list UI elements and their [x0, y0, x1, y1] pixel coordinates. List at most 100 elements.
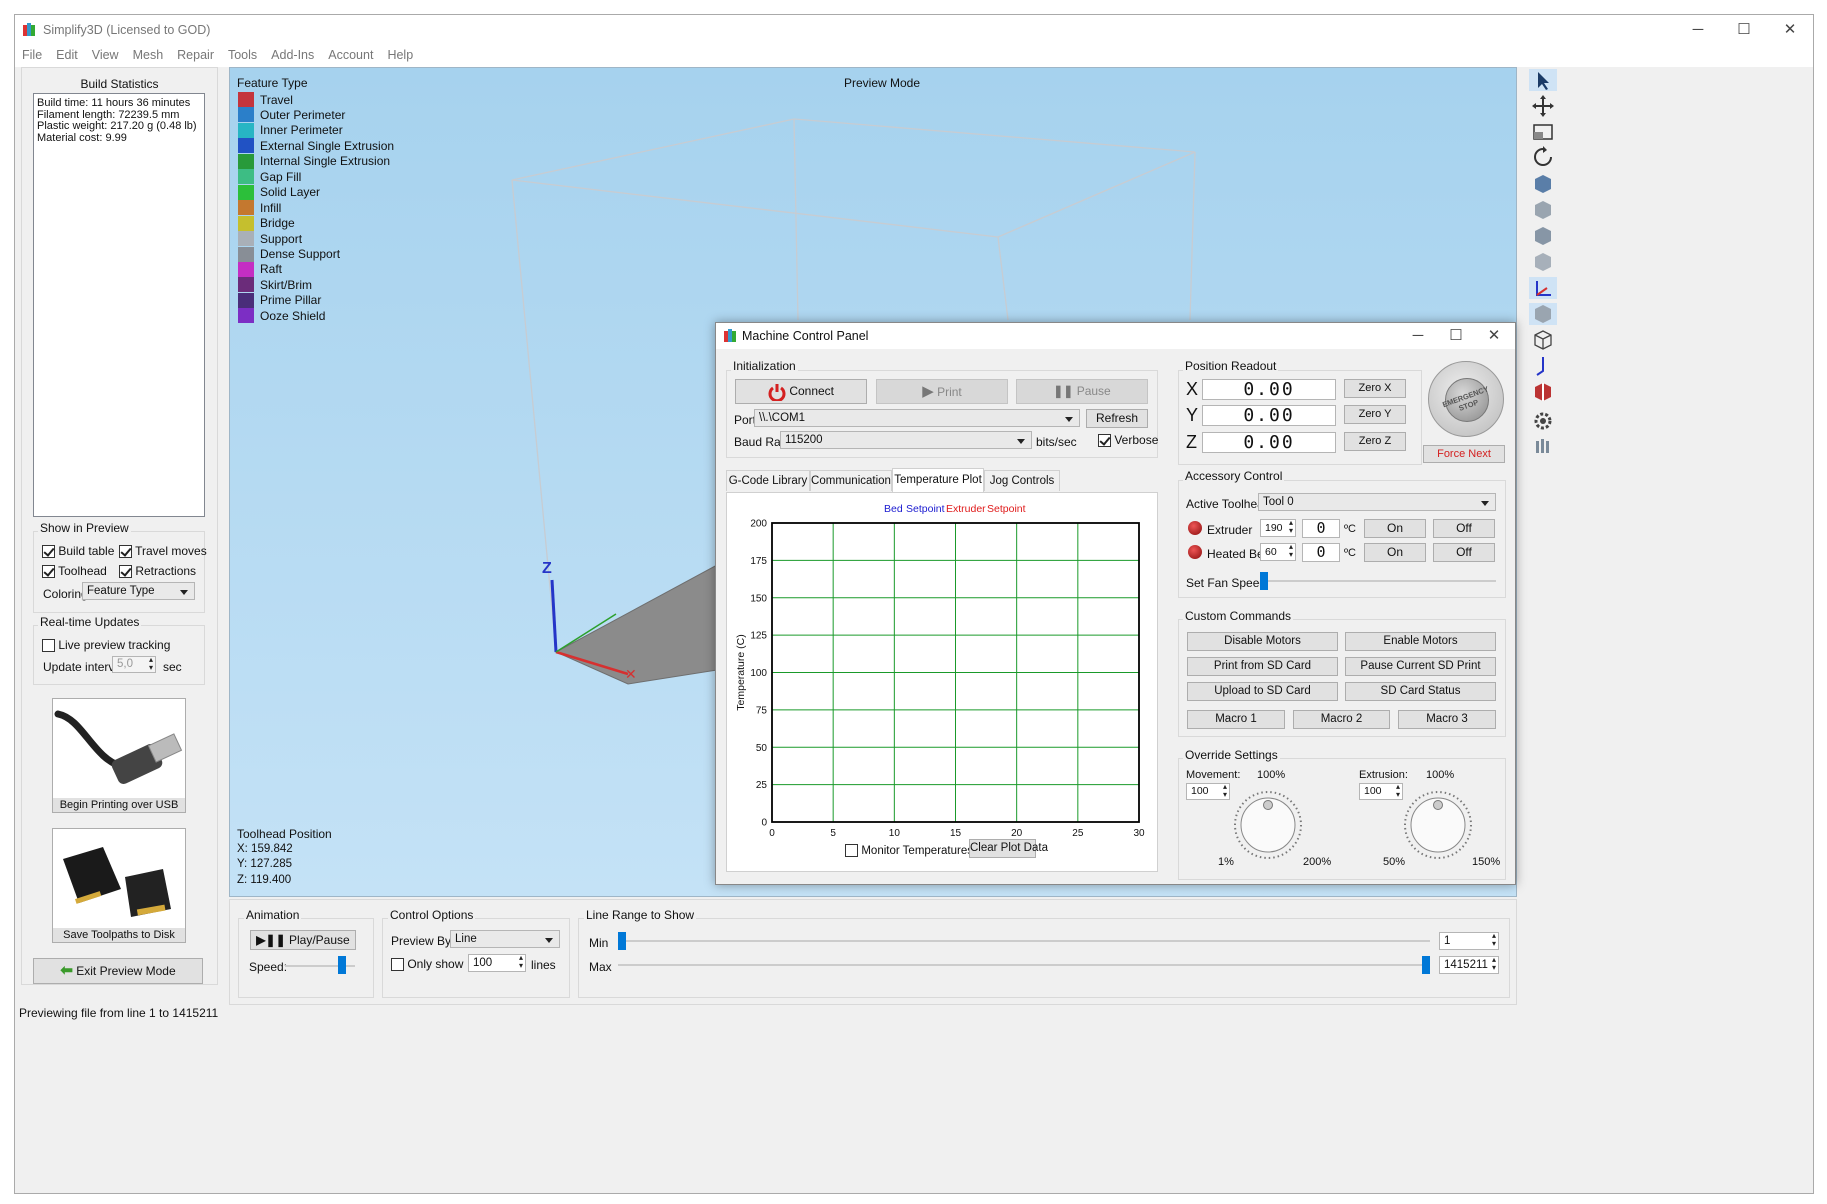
- play-pause-button[interactable]: ▶❚❚ Play/Pause: [250, 930, 356, 950]
- pause-button[interactable]: ❚❚ Pause: [1016, 379, 1148, 404]
- tab-temperature-plot[interactable]: Temperature Plot: [892, 468, 984, 492]
- speed-slider-thumb[interactable]: [337, 956, 346, 974]
- macro-1-button[interactable]: Macro 1: [1187, 710, 1285, 729]
- close-button[interactable]: ✕: [1767, 15, 1813, 45]
- maximize-button[interactable]: ☐: [1721, 15, 1767, 45]
- fan-speed-thumb[interactable]: [1260, 572, 1268, 590]
- bed-on-button[interactable]: On: [1364, 543, 1426, 562]
- movement-knob[interactable]: [1232, 789, 1304, 861]
- force-next-button[interactable]: Force Next: [1423, 445, 1505, 463]
- menu-file[interactable]: File: [15, 45, 49, 67]
- extrusion-input[interactable]: 100: [1359, 783, 1403, 800]
- menu-repair[interactable]: Repair: [170, 45, 221, 67]
- macro-3-button[interactable]: Macro 3: [1398, 710, 1496, 729]
- build-table-checkbox[interactable]: [42, 545, 55, 559]
- verbose-option[interactable]: Verbose: [1098, 433, 1158, 448]
- only-show-input[interactable]: 100: [468, 954, 526, 972]
- live-preview-option[interactable]: Live preview tracking: [42, 638, 170, 653]
- supports-icon[interactable]: [1536, 439, 1549, 453]
- sd-status-button[interactable]: SD Card Status: [1345, 682, 1496, 701]
- emergency-stop-button[interactable]: EMERGENCY STOP: [1428, 361, 1504, 437]
- mcp-close-button[interactable]: ✕: [1475, 323, 1513, 349]
- baud-select[interactable]: 115200: [780, 431, 1032, 449]
- retractions-option[interactable]: Retractions: [119, 564, 196, 579]
- mcp-maximize-button[interactable]: ☐: [1437, 323, 1475, 349]
- extrusion-knob[interactable]: [1402, 789, 1474, 861]
- scale-icon[interactable]: [1533, 124, 1553, 140]
- minimize-button[interactable]: ─: [1675, 15, 1721, 45]
- tab-jog-controls[interactable]: Jog Controls: [984, 470, 1060, 491]
- fan-speed-track[interactable]: [1260, 580, 1496, 582]
- monitor-temps-option[interactable]: Monitor Temperatures: [845, 843, 973, 858]
- line-max-input[interactable]: 1415211: [1439, 956, 1499, 974]
- z-axis-icon[interactable]: [1536, 357, 1544, 376]
- toolhead-option[interactable]: Toolhead: [42, 564, 107, 579]
- tab-gcode-library[interactable]: G-Code Library: [726, 470, 810, 491]
- toolhead-checkbox[interactable]: [42, 565, 55, 579]
- zero-y-button[interactable]: Zero Y: [1344, 405, 1406, 424]
- menu-edit[interactable]: Edit: [49, 45, 85, 67]
- update-interval-input[interactable]: 5,0: [112, 656, 156, 673]
- settings-gear-icon[interactable]: [1534, 412, 1552, 430]
- begin-usb-button[interactable]: Begin Printing over USB: [52, 698, 186, 813]
- active-toolhead-select[interactable]: Tool 0: [1258, 493, 1496, 511]
- pause-sd-print-button[interactable]: Pause Current SD Print: [1345, 657, 1496, 676]
- only-show-checkbox[interactable]: [391, 958, 404, 972]
- macro-2-button[interactable]: Macro 2: [1293, 710, 1390, 729]
- line-max-thumb[interactable]: [1422, 956, 1430, 974]
- enable-motors-button[interactable]: Enable Motors: [1345, 632, 1496, 651]
- print-from-sd-button[interactable]: Print from SD Card: [1187, 657, 1338, 676]
- line-max-track[interactable]: [618, 964, 1430, 966]
- extruder-on-button[interactable]: On: [1364, 519, 1426, 538]
- mcp-minimize-button[interactable]: ─: [1399, 323, 1437, 349]
- port-select[interactable]: \\.\COM1: [754, 409, 1080, 427]
- baud-unit: bits/sec: [1036, 435, 1077, 449]
- extruder-setpoint-input[interactable]: 190: [1260, 519, 1296, 537]
- disable-motors-button[interactable]: Disable Motors: [1187, 632, 1338, 651]
- refresh-button[interactable]: Refresh: [1086, 409, 1148, 428]
- tab-communication[interactable]: Communication: [810, 470, 892, 491]
- verbose-checkbox[interactable]: [1098, 434, 1111, 448]
- zero-x-button[interactable]: Zero X: [1344, 379, 1406, 398]
- clear-plot-button[interactable]: Clear Plot Data: [969, 839, 1048, 858]
- move-icon[interactable]: [1532, 95, 1554, 117]
- axes-icon[interactable]: [1529, 277, 1557, 299]
- rotate-icon[interactable]: [1534, 146, 1552, 166]
- connect-button[interactable]: Connect: [735, 379, 867, 404]
- exit-preview-button[interactable]: ⬅ Exit Preview Mode: [33, 958, 203, 984]
- solid-cube-icon[interactable]: [1529, 303, 1557, 325]
- line-min-track[interactable]: [618, 940, 1430, 942]
- wireframe-cube-icon[interactable]: [1534, 330, 1552, 350]
- menu-tools[interactable]: Tools: [221, 45, 264, 67]
- preview-by-select[interactable]: Line: [450, 930, 560, 948]
- print-button[interactable]: ▶ Print: [876, 379, 1008, 404]
- movement-input[interactable]: 100: [1186, 783, 1230, 800]
- retractions-checkbox[interactable]: [119, 565, 132, 579]
- bed-off-button[interactable]: Off: [1433, 543, 1495, 562]
- view-top-icon[interactable]: [1535, 227, 1551, 245]
- cross-section-icon[interactable]: [1535, 383, 1551, 401]
- menu-view[interactable]: View: [85, 45, 126, 67]
- view-front-icon[interactable]: [1535, 201, 1551, 219]
- zero-z-button[interactable]: Zero Z: [1344, 432, 1406, 451]
- view-side-icon[interactable]: [1535, 253, 1551, 271]
- only-show-option[interactable]: Only show: [391, 957, 463, 972]
- upload-sd-button[interactable]: Upload to SD Card: [1187, 682, 1338, 701]
- travel-moves-option[interactable]: Travel moves: [119, 544, 207, 559]
- menu-help[interactable]: Help: [380, 45, 420, 67]
- monitor-temps-checkbox[interactable]: [845, 844, 858, 858]
- build-table-option[interactable]: Build table: [42, 544, 114, 559]
- menu-add-ins[interactable]: Add-Ins: [264, 45, 321, 67]
- bed-setpoint-input[interactable]: 60: [1260, 543, 1296, 561]
- menu-mesh[interactable]: Mesh: [126, 45, 171, 67]
- save-toolpaths-button[interactable]: Save Toolpaths to Disk: [52, 828, 186, 943]
- live-preview-checkbox[interactable]: [42, 639, 55, 653]
- coloring-select[interactable]: Feature Type: [82, 582, 195, 600]
- extruder-off-button[interactable]: Off: [1433, 519, 1495, 538]
- line-min-input[interactable]: 1: [1439, 932, 1499, 950]
- menu-account[interactable]: Account: [321, 45, 380, 67]
- select-arrow-icon[interactable]: [1529, 69, 1557, 91]
- line-min-thumb[interactable]: [618, 932, 626, 950]
- travel-moves-checkbox[interactable]: [119, 545, 132, 559]
- view-iso-icon[interactable]: [1535, 175, 1551, 193]
